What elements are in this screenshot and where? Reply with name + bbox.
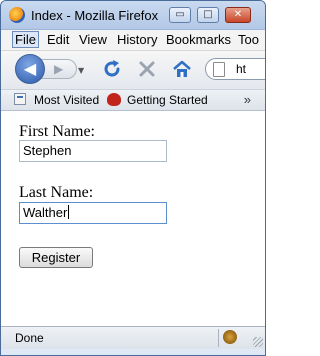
menu-file[interactable]: File: [12, 31, 39, 48]
minimize-button[interactable]: ▭: [169, 7, 191, 23]
bookmark-getting-started[interactable]: Getting Started: [127, 93, 208, 107]
back-button[interactable]: ◀: [15, 54, 45, 84]
menu-tools[interactable]: Too: [238, 32, 259, 47]
window-title: Index - Mozilla Firefox: [31, 8, 159, 23]
forward-button[interactable]: ▶: [41, 59, 77, 79]
getting-started-icon: [107, 93, 121, 106]
menu-edit[interactable]: Edit: [47, 32, 69, 47]
close-button[interactable]: ✕: [225, 7, 251, 23]
status-bar: Done: [1, 326, 265, 349]
bookmarks-overflow-chevron-icon[interactable]: »: [244, 92, 251, 107]
home-icon[interactable]: [171, 58, 193, 80]
most-visited-icon: [14, 93, 26, 105]
page-icon: [213, 62, 225, 77]
text-caret: [68, 205, 70, 219]
url-text: ht: [236, 62, 247, 76]
first-name-label: First Name:: [19, 123, 95, 140]
menu-bar: File Edit View History Bookmarks Too: [1, 30, 265, 51]
bookmarks-toolbar: Most Visited Getting Started »: [1, 90, 265, 111]
history-dropdown-icon[interactable]: ▼: [78, 66, 84, 75]
menu-bookmarks[interactable]: Bookmarks: [166, 32, 231, 47]
last-name-input[interactable]: Walther: [19, 202, 167, 224]
last-name-label: Last Name:: [19, 184, 94, 201]
address-bar[interactable]: ht: [205, 58, 265, 80]
navigation-toolbar: ▶ ◀ ▼ ht: [1, 51, 265, 90]
title-bar: Index - Mozilla Firefox ▭ □ ✕: [1, 1, 265, 30]
status-divider: [218, 329, 219, 347]
first-name-value: Stephen: [23, 143, 72, 158]
reload-icon[interactable]: [101, 58, 123, 80]
firebug-icon[interactable]: [223, 330, 237, 344]
menu-view[interactable]: View: [79, 32, 107, 47]
browser-window: Index - Mozilla Firefox ▭ □ ✕ File Edit …: [0, 0, 266, 356]
first-name-input[interactable]: Stephen: [19, 140, 167, 162]
resize-grip[interactable]: [253, 337, 263, 347]
maximize-button[interactable]: □: [197, 7, 219, 23]
bookmark-most-visited[interactable]: Most Visited: [34, 93, 99, 107]
menu-history[interactable]: History: [117, 32, 157, 47]
stop-icon[interactable]: [137, 59, 157, 79]
firefox-icon: [9, 7, 25, 23]
last-name-value: Walther: [23, 205, 68, 220]
register-button[interactable]: Register: [19, 247, 93, 268]
page-content: First Name: Stephen Last Name: Walther R…: [1, 111, 265, 326]
status-text: Done: [15, 331, 44, 345]
